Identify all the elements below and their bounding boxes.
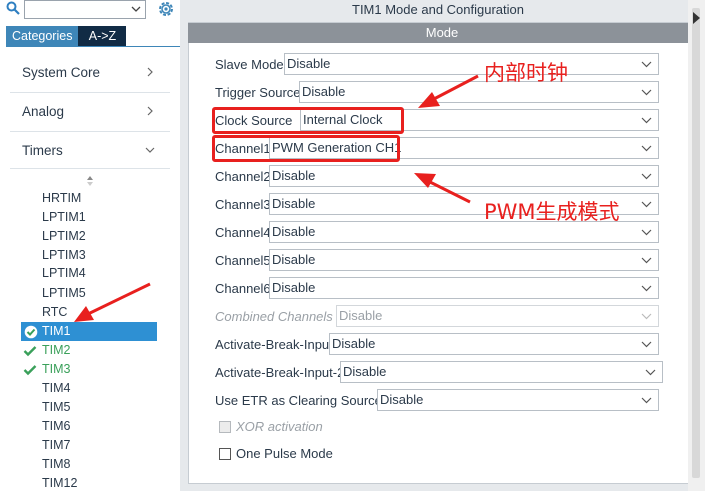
activate-break-input-select[interactable]: Disable — [329, 333, 659, 355]
channel6-select[interactable]: Disable — [269, 277, 659, 299]
one-pulse-mode-checkbox[interactable] — [219, 448, 231, 460]
sidebar: Categories A->Z System Core Analog Timer… — [0, 0, 180, 491]
activate-break-input-2-label: Activate-Break-Input-2 — [215, 365, 345, 380]
annotation-pwm-mode: PWM生成模式 — [484, 200, 620, 224]
activate-break-input-2-select[interactable]: Disable — [340, 361, 663, 383]
trigger-source-select[interactable]: Disable — [299, 81, 659, 103]
timer-item-tim5[interactable]: TIM5 — [42, 398, 70, 416]
channel3-value: Disable — [272, 196, 316, 211]
check-icon — [23, 365, 37, 376]
category-timers[interactable]: Timers — [22, 143, 63, 158]
channel5-value: Disable — [272, 252, 316, 267]
timer-item-lptim4[interactable]: LPTIM4 — [42, 264, 86, 282]
divider — [10, 92, 170, 93]
chevron-down-icon[interactable] — [641, 171, 652, 181]
activate-break-input-2-value: Disable — [343, 364, 387, 379]
chevron-down-icon[interactable] — [641, 143, 652, 153]
slave-mode-value: Disable — [287, 56, 331, 71]
chevron-right-icon[interactable] — [690, 10, 702, 26]
channel3-label: Channel3 — [215, 197, 271, 212]
divider — [10, 168, 170, 169]
chevron-down-icon[interactable] — [641, 395, 652, 405]
annotation-internal-clock: 内部时钟 — [484, 61, 568, 85]
xor-activation-label: XOR activation — [236, 419, 323, 434]
scrollbar-thumb[interactable] — [692, 8, 700, 478]
timer-item-lptim1[interactable]: LPTIM1 — [42, 208, 86, 226]
search-icon[interactable] — [6, 1, 20, 15]
check-icon — [24, 325, 38, 339]
chevron-down-icon[interactable] — [641, 87, 652, 97]
sort-icon[interactable] — [86, 175, 94, 187]
channel5-label: Channel5 — [215, 253, 271, 268]
etr-clearing-source-label: Use ETR as Clearing Source — [215, 393, 382, 408]
chevron-down-icon[interactable] — [641, 199, 652, 209]
chevron-down-icon[interactable] — [145, 145, 155, 155]
channel4-label: Channel4 — [215, 225, 271, 240]
category-system-core[interactable]: System Core — [22, 65, 100, 80]
timer-item-tim3[interactable]: TIM3 — [42, 360, 70, 378]
category-analog[interactable]: Analog — [22, 104, 64, 119]
activate-break-input-value: Disable — [332, 336, 376, 351]
combined-channels-label: Combined Channels — [215, 309, 333, 324]
timer-item-tim12[interactable]: TIM12 — [42, 474, 77, 492]
chevron-down-icon[interactable] — [641, 339, 652, 349]
mode-header: Mode — [188, 23, 696, 43]
panel-title: TIM1 Mode and Configuration — [352, 2, 524, 17]
timer-item-lptim5[interactable]: LPTIM5 — [42, 284, 86, 302]
xor-activation-checkbox — [219, 421, 231, 433]
timer-item-tim1[interactable]: TIM1 — [42, 322, 70, 340]
channel2-select[interactable]: Disable — [269, 165, 659, 187]
channel2-label: Channel2 — [215, 169, 271, 184]
chevron-down-icon[interactable] — [641, 227, 652, 237]
trigger-source-value: Disable — [302, 84, 346, 99]
timer-item-lptim3[interactable]: LPTIM3 — [42, 246, 86, 264]
tab-a-to-z[interactable]: A->Z — [78, 26, 127, 46]
timer-item-tim2[interactable]: TIM2 — [42, 341, 70, 359]
channel4-value: Disable — [272, 224, 316, 239]
timer-item-lptim2[interactable]: LPTIM2 — [42, 227, 86, 245]
timer-item-tim7[interactable]: TIM7 — [42, 436, 70, 454]
etr-clearing-source-select[interactable]: Disable — [377, 389, 659, 411]
channel2-value: Disable — [272, 168, 316, 183]
category-tabs: Categories A->Z — [6, 26, 127, 46]
channel6-value: Disable — [272, 280, 316, 295]
channel6-label: Channel6 — [215, 281, 271, 296]
chevron-down-icon[interactable] — [641, 59, 652, 69]
combined-channels-value: Disable — [339, 308, 383, 323]
chevron-down-icon — [641, 313, 652, 320]
combined-channels-select: Disable — [336, 305, 659, 327]
timer-item-tim4[interactable]: TIM4 — [42, 379, 70, 397]
highlight-clock-source — [212, 107, 404, 134]
timer-item-tim6[interactable]: TIM6 — [42, 417, 70, 435]
chevron-down-icon[interactable] — [130, 2, 142, 16]
chevron-down-icon[interactable] — [645, 367, 656, 377]
tab-categories[interactable]: Categories — [6, 26, 79, 46]
slave-mode-select[interactable]: Disable — [284, 53, 659, 75]
chevron-right-icon[interactable] — [145, 106, 155, 116]
channel5-select[interactable]: Disable — [269, 249, 659, 271]
trigger-source-label: Trigger Source — [215, 85, 301, 100]
activate-break-input-label: Activate-Break-Input — [215, 337, 333, 352]
tab-underline — [6, 46, 180, 47]
one-pulse-mode-label: One Pulse Mode — [236, 446, 333, 461]
chevron-down-icon[interactable] — [641, 115, 652, 125]
search-input[interactable] — [24, 0, 146, 19]
slave-mode-label: Slave Mode — [215, 57, 284, 72]
timer-item-hrtim[interactable]: HRTIM — [42, 189, 81, 207]
check-icon — [23, 346, 37, 357]
divider — [10, 131, 170, 132]
chevron-down-icon[interactable] — [641, 255, 652, 265]
gear-icon[interactable] — [157, 0, 175, 18]
chevron-down-icon[interactable] — [641, 283, 652, 293]
timer-item-rtc[interactable]: RTC — [42, 303, 67, 321]
chevron-right-icon[interactable] — [145, 67, 155, 77]
highlight-channel1 — [212, 135, 400, 162]
timer-item-tim8[interactable]: TIM8 — [42, 455, 70, 473]
etr-clearing-source-value: Disable — [380, 392, 424, 407]
